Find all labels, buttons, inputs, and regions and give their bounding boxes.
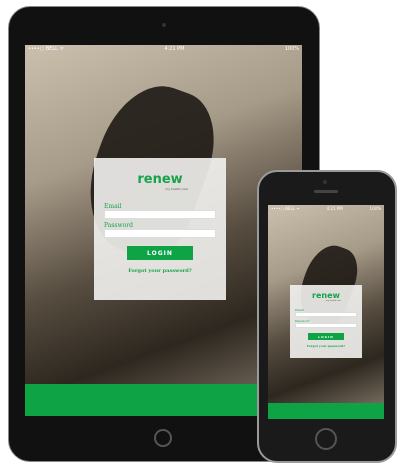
login-button[interactable]: LOGIN [127, 246, 193, 260]
iphone-home-button[interactable] [315, 428, 337, 450]
time: 4:21 PM [164, 46, 185, 52]
status-bar: ••••○ BELL ᯤ 4:21 PM 100% [25, 45, 302, 54]
email-input[interactable] [104, 210, 216, 219]
ipad-home-button[interactable] [154, 429, 172, 447]
password-label: Password [104, 222, 133, 229]
battery: 100% [284, 46, 299, 52]
carrier: ••••○ BELL ᯤ [271, 206, 300, 211]
logo: renew [137, 172, 183, 187]
battery: 100% [369, 206, 381, 211]
iphone-screen: ••••○ BELL ᯤ 4:21 PM 100% renew my healt… [268, 205, 384, 419]
login-card: renew my health care Email Password LOGI… [94, 158, 226, 300]
email-input[interactable] [295, 312, 357, 317]
forgot-password-link[interactable]: Forgot your password? [128, 268, 191, 274]
iphone-device: ••••○ BELL ᯤ 4:21 PM 100% renew my healt… [257, 170, 397, 463]
email-label: Email [104, 203, 122, 210]
logo: renew [312, 291, 340, 300]
ipad-camera [162, 23, 166, 27]
time: 4:21 PM [326, 206, 343, 211]
login-button[interactable]: LOGIN [308, 333, 344, 340]
status-bar: ••••○ BELL ᯤ 4:21 PM 100% [268, 205, 384, 212]
password-input[interactable] [104, 229, 216, 238]
tagline: my health care [165, 187, 188, 191]
forgot-password-link[interactable]: Forgot your password? [307, 344, 345, 348]
password-input[interactable] [295, 323, 357, 328]
tagline: my health care [325, 300, 341, 302]
iphone-camera [323, 180, 327, 184]
login-card: renew my health care Email Password LOGI… [290, 285, 362, 358]
footer-bar [268, 403, 384, 419]
speaker [314, 190, 338, 193]
carrier: ••••○ BELL ᯤ [28, 46, 65, 52]
